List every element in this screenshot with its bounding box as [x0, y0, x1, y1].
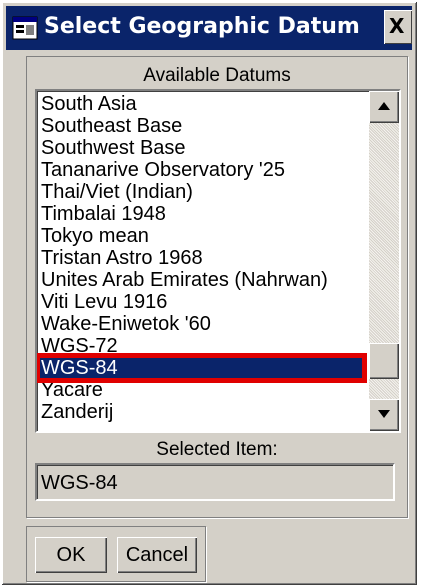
available-datums-group: Available Datums South Asia Southeast Bas… — [26, 56, 408, 518]
arrow-down-icon — [378, 410, 390, 418]
list-item[interactable]: Southwest Base — [39, 137, 363, 159]
list-item[interactable]: Wake-Eniwetok '60 — [39, 313, 363, 335]
scroll-thumb[interactable] — [369, 343, 399, 379]
ok-button[interactable]: OK — [35, 537, 107, 573]
datum-list-items: South Asia Southeast Base Southwest Base Ta… — [37, 93, 367, 423]
selected-item-label: Selected Item: — [156, 439, 278, 460]
available-datums-label: Available Datums — [143, 65, 291, 86]
list-item[interactable]: South Asia — [39, 93, 363, 115]
arrow-up-icon — [378, 102, 390, 110]
close-button[interactable]: X — [384, 10, 412, 44]
dialog-buttons-group: OK Cancel — [26, 526, 206, 582]
list-item-selected[interactable]: WGS-84 — [37, 353, 367, 383]
dialog-title: Select Geographic Datum — [44, 14, 360, 39]
datum-listbox[interactable]: South Asia Southeast Base Southwest Base Ta… — [35, 89, 401, 433]
select-datum-dialog: Select Geographic Datum X Available Datu… — [2, 2, 417, 585]
list-item[interactable]: Thai/Viet (Indian) — [39, 181, 363, 203]
list-item[interactable]: Southeast Base — [39, 115, 363, 137]
list-item[interactable]: Viti Levu 1916 — [39, 291, 363, 313]
list-item[interactable]: Unites Arab Emirates (Nahrwan) — [39, 269, 363, 291]
scroll-down-button[interactable] — [369, 399, 399, 431]
list-item[interactable]: Timbalai 1948 — [39, 203, 363, 225]
selected-item-field: WGS-84 — [35, 463, 395, 501]
list-item[interactable]: WGS-72 — [39, 335, 363, 357]
close-icon: X — [389, 14, 405, 38]
list-item[interactable]: Tananarive Observatory '25 — [39, 159, 363, 181]
cancel-button[interactable]: Cancel — [117, 537, 197, 573]
list-item[interactable]: Tristan Astro 1968 — [39, 247, 363, 269]
dialog-window-icon — [12, 16, 38, 40]
title-bar[interactable]: Select Geographic Datum X — [6, 6, 412, 50]
list-item[interactable]: Zanderij — [39, 401, 363, 423]
list-item[interactable]: Yacare — [39, 379, 363, 401]
vertical-scrollbar[interactable] — [369, 91, 399, 431]
scroll-up-button[interactable] — [369, 91, 399, 123]
list-item[interactable]: Tokyo mean — [39, 225, 363, 247]
